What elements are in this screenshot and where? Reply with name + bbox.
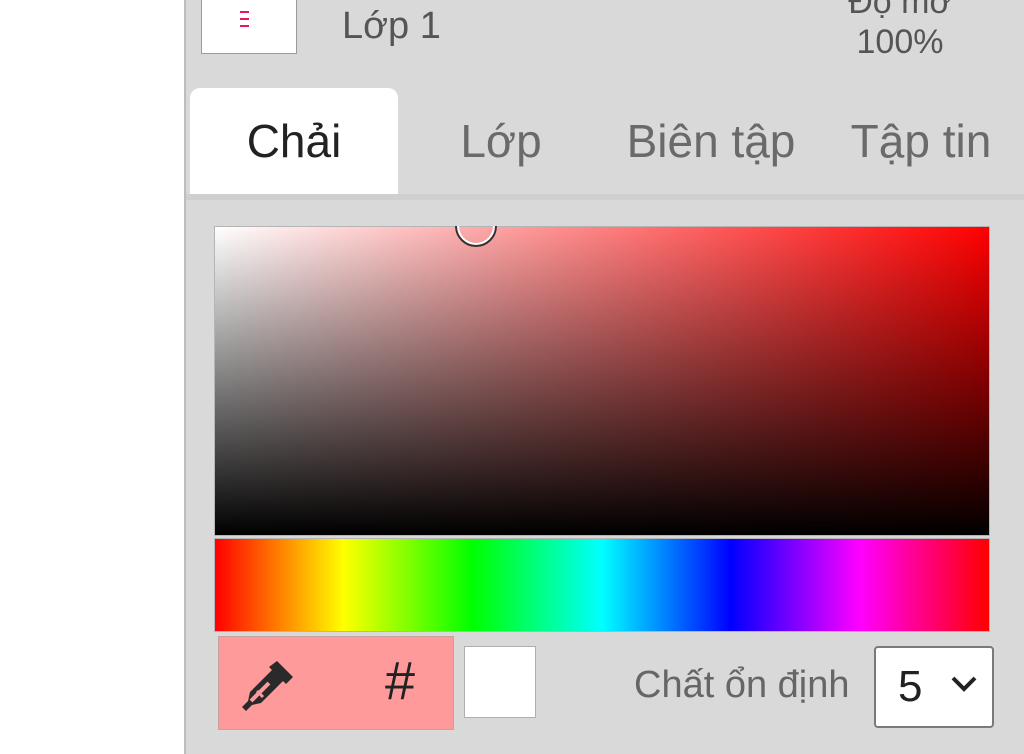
side-panel: Lớp 1 Độ mờ 100% Chải Lớp Biên tập Tập t… xyxy=(184,0,1024,754)
tabs-divider xyxy=(186,194,1024,200)
tab-layer[interactable]: Lớp xyxy=(441,88,561,196)
chevron-down-icon xyxy=(951,676,977,692)
stabilizer-value: 5 xyxy=(898,662,923,711)
eyedropper-icon[interactable] xyxy=(237,655,299,717)
layer-mark-icon xyxy=(240,11,250,33)
opacity-value: 100% xyxy=(856,23,944,61)
hex-input-button[interactable]: # xyxy=(385,651,415,711)
hue-slider[interactable] xyxy=(214,538,990,632)
stabilizer-label: Chất ổn định xyxy=(634,664,850,706)
panel-tabs: Chải Lớp Biên tập Tập tin xyxy=(186,86,1024,196)
current-color-swatch: # xyxy=(218,636,454,730)
opacity-label: Độ mờ xyxy=(848,0,952,21)
saturation-value-picker[interactable] xyxy=(214,226,990,536)
tab-edit[interactable]: Biên tập xyxy=(611,88,811,196)
color-picker-handle[interactable] xyxy=(455,226,497,247)
tab-brush[interactable]: Chải xyxy=(190,88,398,196)
layer-thumbnail[interactable] xyxy=(201,0,297,54)
layer-name[interactable]: Lớp 1 xyxy=(342,5,441,48)
drawing-canvas[interactable] xyxy=(0,0,184,754)
stabilizer-select[interactable]: 5 xyxy=(874,646,994,728)
layer-opacity[interactable]: Độ mờ 100% xyxy=(820,0,980,62)
secondary-color-swatch[interactable] xyxy=(464,646,536,718)
tab-file[interactable]: Tập tin xyxy=(836,88,1006,196)
